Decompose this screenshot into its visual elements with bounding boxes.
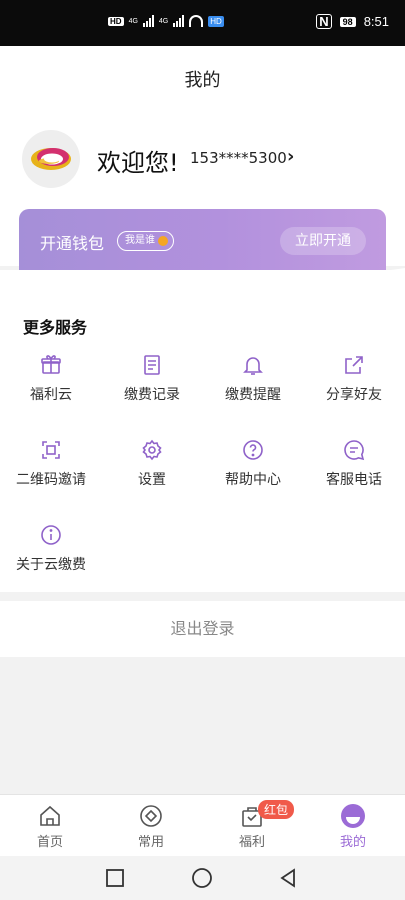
service-share-friends[interactable]: 分享好友 (304, 353, 404, 404)
service-label: 帮助中心 (225, 472, 281, 488)
signal-icon-2 (173, 15, 185, 27)
tab-label: 常用 (137, 835, 164, 850)
red-packet-badge: 红包 (258, 800, 295, 819)
page-header: 我的 (0, 46, 405, 116)
receipt-icon (144, 355, 160, 375)
tab-label: 首页 (36, 835, 63, 850)
services-title: 更多服务 (23, 318, 88, 337)
cloud-logo-icon (31, 148, 71, 170)
service-customer-phone[interactable]: 客服电话 (304, 438, 404, 489)
service-label: 福利云 (30, 387, 72, 403)
welcome-text: 欢迎您! (97, 149, 179, 177)
wallet-title: 开通钱包 (40, 234, 105, 253)
service-payment-records[interactable]: 缴费记录 (102, 353, 202, 404)
wallet-badge-label: 我是谁 (125, 235, 155, 246)
page-title: 我的 (184, 70, 221, 91)
open-wallet-button[interactable]: 立即开通 (280, 227, 366, 255)
phone-number[interactable]: 153****5300 (190, 149, 287, 167)
bottom-tab-bar: 首页 常用 福利 红包 我的 (0, 794, 405, 857)
service-label: 缴费提醒 (225, 387, 281, 403)
service-help-center[interactable]: 帮助中心 (203, 438, 303, 489)
signal-label-2: 4G (158, 17, 169, 25)
gift-icon (41, 355, 61, 374)
chevron-right-icon[interactable]: › (287, 146, 294, 167)
tab-mine[interactable]: 我的 (303, 795, 403, 857)
wallet-badge[interactable]: 我是谁 (117, 231, 174, 251)
chat-icon (344, 440, 365, 461)
status-time: 8:51 (363, 14, 389, 29)
share-icon (345, 356, 363, 374)
info-icon (41, 525, 61, 545)
hd-badge: HD (108, 16, 124, 26)
recent-apps-icon[interactable] (104, 867, 126, 889)
service-about[interactable]: 关于云缴费 (1, 523, 101, 574)
service-settings[interactable]: 设置 (102, 438, 202, 489)
services-section: 更多服务 福利云 缴费记录 缴费提醒 分享好友 二维码邀请 设置 帮助中心 客服… (0, 268, 405, 592)
wifi-icon (189, 15, 204, 27)
back-icon[interactable] (277, 867, 299, 889)
logout-button[interactable]: 退出登录 (0, 601, 405, 657)
tab-home[interactable]: 首页 (0, 795, 100, 857)
service-label: 缴费记录 (124, 387, 180, 403)
logout-label: 退出登录 (170, 619, 235, 638)
status-right: N 98 8:51 (316, 14, 389, 29)
nfc-icon: N (316, 14, 332, 29)
system-nav-bar (0, 856, 405, 900)
user-section: 欢迎您! 153****5300 › 开通钱包 我是谁 立即开通 (0, 116, 405, 284)
qr-scan-icon (42, 441, 60, 459)
hd-call-icon: HD (208, 15, 224, 27)
tab-label: 我的 (339, 835, 366, 850)
home-circle-icon[interactable] (191, 867, 213, 889)
service-label: 设置 (138, 472, 166, 488)
status-bar: HD 4G 4G HD N 98 8:51 (0, 0, 405, 46)
profile-icon (341, 804, 365, 828)
bell-icon (243, 357, 263, 375)
service-qr-invite[interactable]: 二维码邀请 (1, 438, 101, 489)
avatar[interactable] (22, 130, 80, 188)
profile-page: 我的 欢迎您! 153****5300 › 开通钱包 我是谁 立即开通 更多服务… (0, 46, 405, 794)
tab-label: 福利 (238, 835, 265, 850)
help-icon (243, 440, 263, 460)
coin-icon (158, 236, 168, 246)
battery-icon: 98 (339, 16, 356, 27)
status-left: HD 4G 4G HD (108, 15, 224, 27)
service-label: 关于云缴费 (16, 557, 86, 573)
service-welfare-cloud[interactable]: 福利云 (1, 353, 101, 404)
home-icon (40, 805, 60, 826)
service-label: 二维码邀请 (16, 472, 86, 488)
service-label: 客服电话 (326, 472, 382, 488)
tab-frequent[interactable]: 常用 (101, 795, 201, 857)
tab-welfare[interactable]: 福利 红包 (202, 795, 302, 857)
signal-icon (142, 15, 154, 27)
service-label: 分享好友 (326, 387, 382, 403)
gear-icon (142, 439, 162, 461)
service-payment-reminder[interactable]: 缴费提醒 (203, 353, 303, 404)
diamond-icon (140, 805, 162, 827)
wave-divider (0, 268, 405, 296)
signal-label-1: 4G (128, 17, 138, 25)
